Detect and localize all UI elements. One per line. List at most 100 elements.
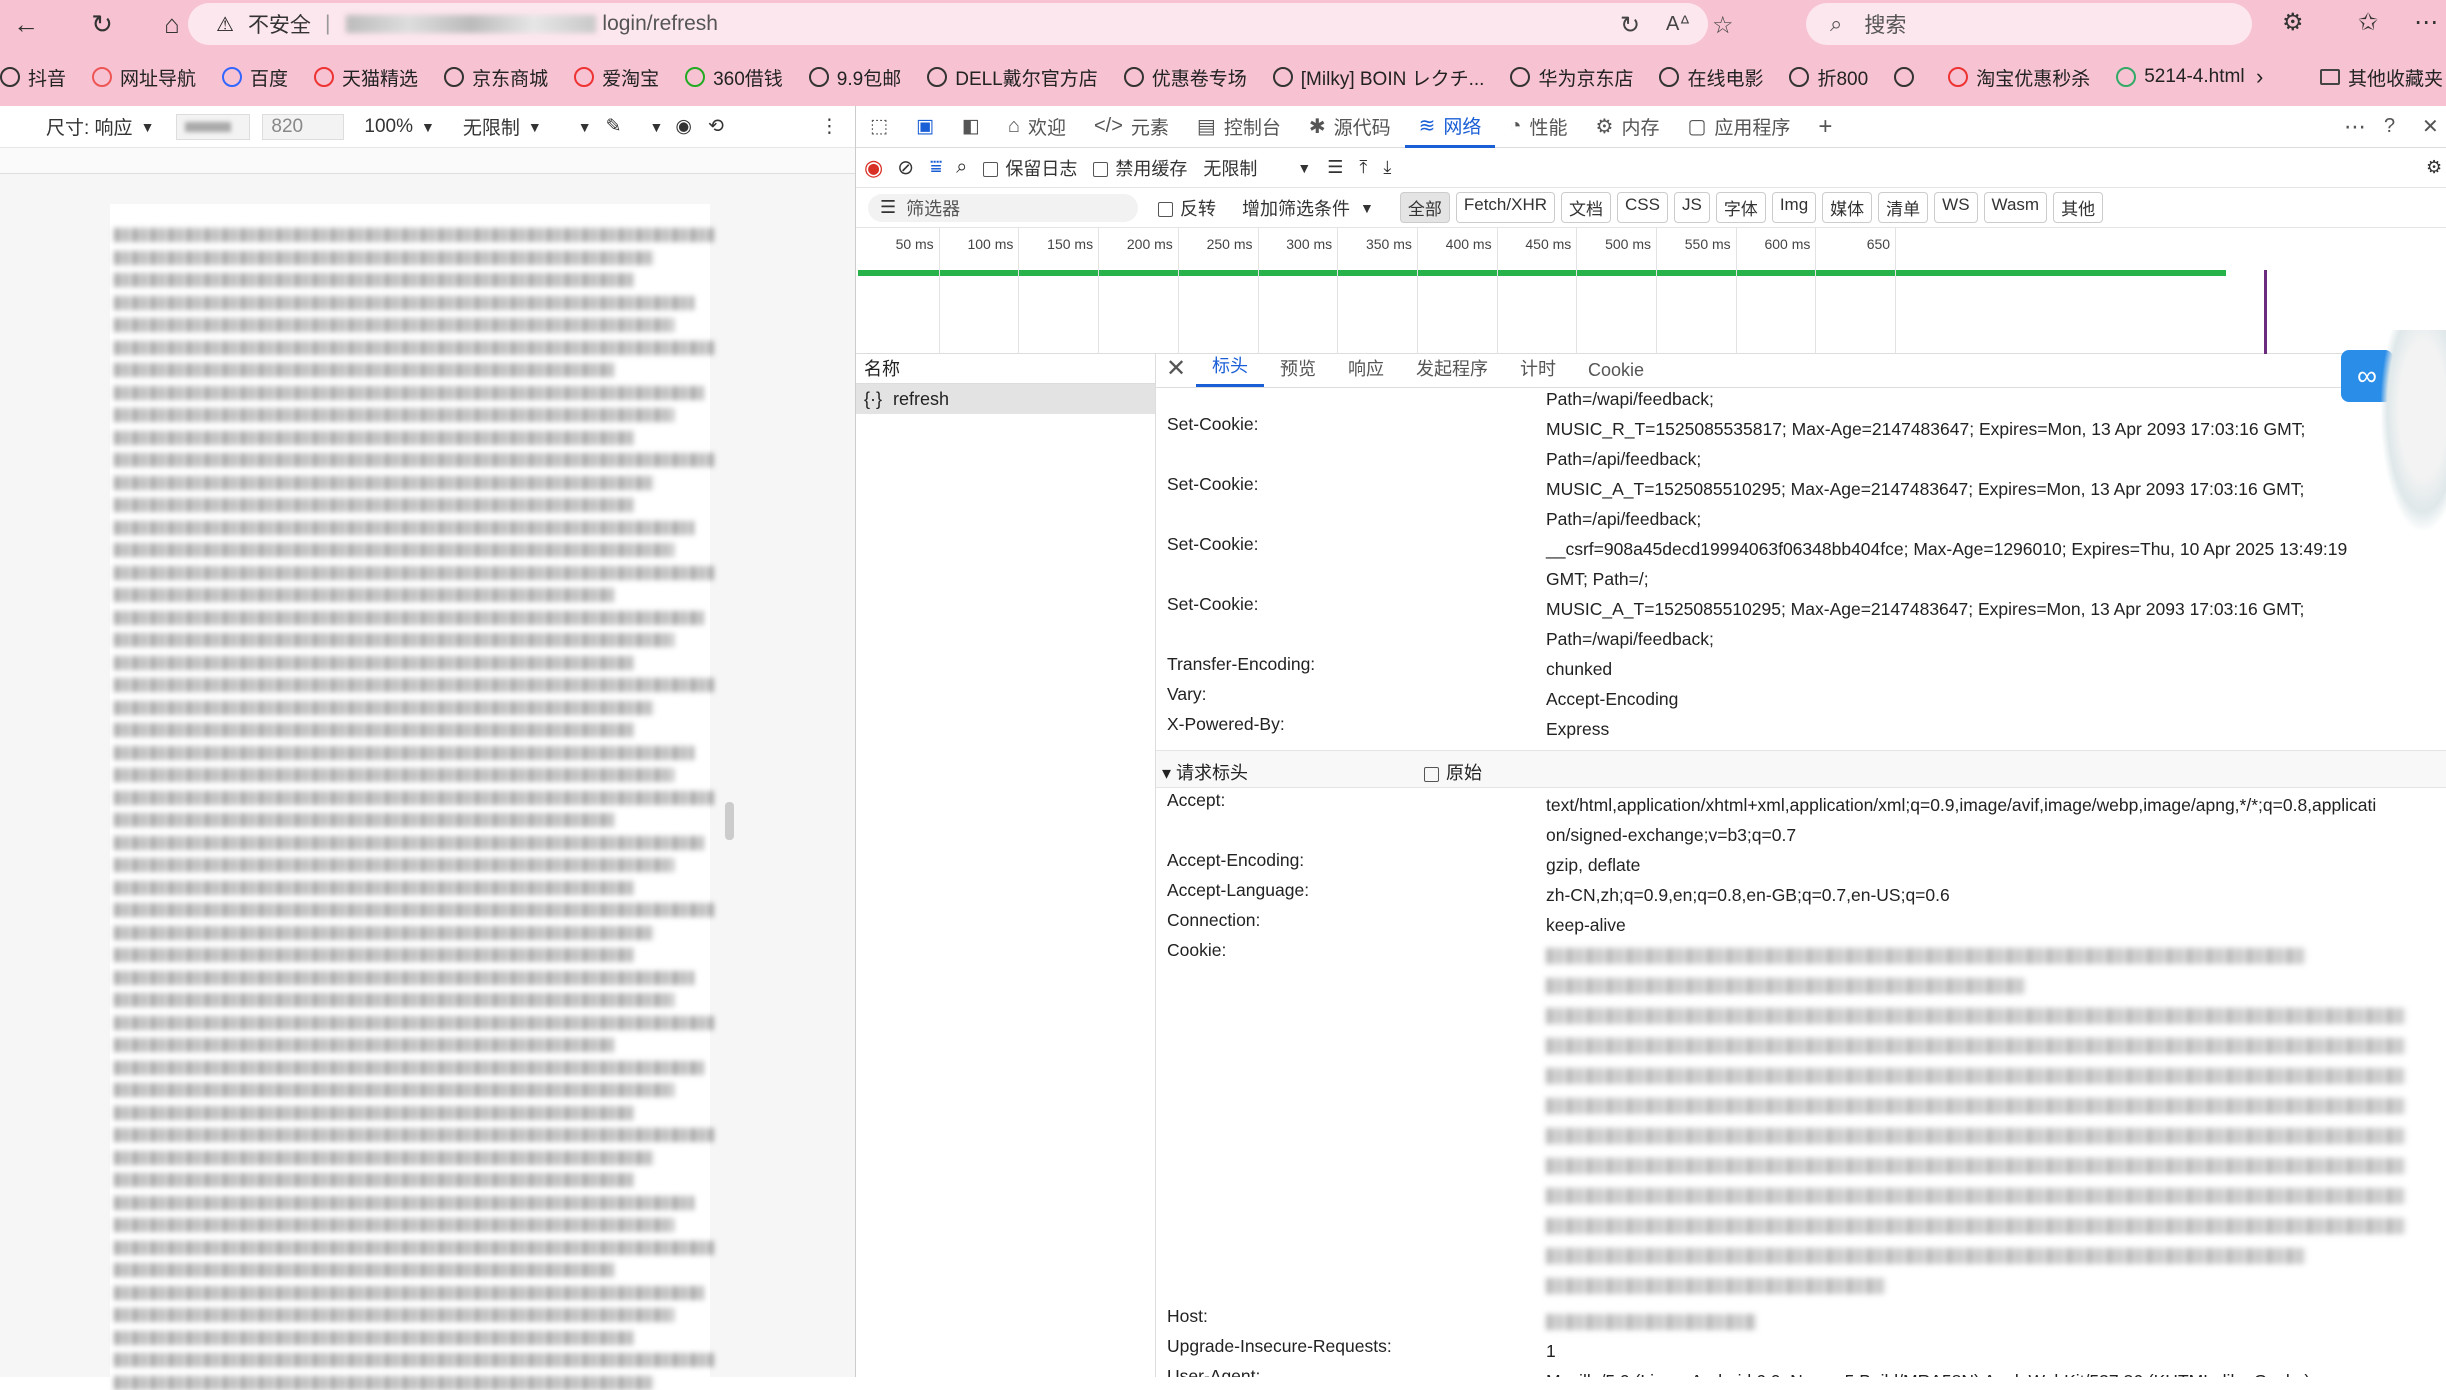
filter-type-button[interactable]: Wasm: [1983, 192, 2048, 223]
bookmark-item[interactable]: 在线电影: [1659, 64, 1763, 91]
extensions-icon[interactable]: ⚙: [2282, 8, 2304, 37]
preserve-log-checkbox[interactable]: 保留日志: [983, 155, 1077, 181]
clear-icon[interactable]: ⊘: [897, 155, 914, 180]
bookmark-favicon-icon: [1272, 67, 1293, 87]
throttle-select[interactable]: 无限制: [463, 113, 520, 140]
filter-type-button[interactable]: 全部: [1399, 192, 1450, 223]
filter-type-button[interactable]: WS: [1934, 192, 1978, 223]
filter-input[interactable]: ☰ 筛选器: [868, 193, 1138, 222]
header-value: Path=/wapi/feedback;: [1546, 629, 1714, 649]
add-tab-icon[interactable]: +: [1804, 106, 1846, 148]
filter-type-button[interactable]: CSS: [1617, 192, 1668, 223]
bookmark-item[interactable]: [Milky] BOIN レクチ...: [1272, 64, 1484, 91]
bookmark-item[interactable]: [1894, 67, 1922, 87]
import-icon[interactable]: ⤒: [1359, 157, 1367, 178]
disable-cache-checkbox[interactable]: 禁用缓存: [1093, 155, 1187, 181]
bookmark-item[interactable]: 5214-4.html: [2116, 66, 2245, 88]
record-icon[interactable]: ◉: [864, 155, 883, 181]
more-vert-icon[interactable]: ⋮: [820, 115, 839, 138]
bookmarks-folder[interactable]: 其他收藏夹: [2320, 64, 2443, 91]
filter-type-button[interactable]: 其他: [2053, 192, 2104, 223]
favorites-icon[interactable]: ✩: [2358, 8, 2378, 37]
devtools-tab[interactable]: ⚙ 内存: [1582, 106, 1674, 148]
devtools-tab[interactable]: ≋ 网络: [1404, 106, 1496, 148]
filter-type-button[interactable]: 媒体: [1822, 192, 1873, 223]
back-icon[interactable]: ←: [0, 2, 52, 46]
filter-type-button[interactable]: JS: [1673, 192, 1710, 223]
search-box[interactable]: ⌕ 搜索: [1806, 3, 2252, 45]
more-icon[interactable]: ⋯: [2414, 8, 2438, 37]
filter-toggle-icon[interactable]: ⩸: [930, 156, 942, 179]
refresh-icon[interactable]: ↻: [76, 2, 128, 46]
detail-tab[interactable]: 标头: [1196, 354, 1264, 387]
blurred-text-line: [114, 1263, 614, 1277]
blurred-text-line: [114, 723, 634, 737]
detail-tab[interactable]: 计时: [1504, 355, 1572, 387]
invert-checkbox[interactable]: 反转: [1158, 195, 1216, 221]
chevron-down-icon[interactable]: ▼: [578, 119, 592, 135]
bookmark-item[interactable]: 网址导航: [92, 64, 196, 91]
bookmark-item[interactable]: 京东商城: [444, 64, 548, 91]
network-timeline[interactable]: 50 ms 100 ms 150 ms 200 ms 250 ms 300 ms 350 m…: [856, 228, 2446, 354]
devtools-tab[interactable]: ✱ 源代码: [1295, 106, 1405, 148]
rotate-icon[interactable]: ⟲: [708, 115, 724, 138]
filter-type-button[interactable]: 清单: [1878, 192, 1929, 223]
height-input[interactable]: 820: [262, 113, 345, 140]
export-icon[interactable]: ⤓: [1383, 157, 1391, 178]
raw-checkbox[interactable]: 原始: [1424, 759, 1482, 785]
devtools-tab[interactable]: ▢ 应用程序: [1673, 106, 1804, 148]
page-scrollbar[interactable]: [725, 802, 734, 840]
request-headers-section[interactable]: ▾ 请求标头 原始: [1156, 750, 2446, 788]
bookmark-item[interactable]: 淘宝优惠秒杀: [1948, 64, 2090, 91]
close-icon[interactable]: ✕: [2422, 114, 2439, 139]
request-row[interactable]: {·} refresh: [856, 384, 1155, 414]
detail-tab[interactable]: 发起程序: [1400, 355, 1504, 387]
settings-icon[interactable]: ⚙: [2426, 157, 2442, 178]
zoom-select[interactable]: 100%: [364, 116, 413, 138]
inspect-icon[interactable]: ⬚: [856, 106, 902, 148]
devtools-tab[interactable]: ◔ 性能: [1495, 106, 1581, 148]
filter-type-button[interactable]: 字体: [1715, 192, 1766, 223]
eye-icon[interactable]: ◉: [675, 115, 692, 138]
width-input[interactable]: [176, 113, 251, 140]
detail-tab[interactable]: 响应: [1332, 355, 1400, 387]
bookmark-item[interactable]: 折800: [1789, 64, 1868, 91]
detail-tab[interactable]: 预览: [1264, 355, 1332, 387]
read-aloud-icon[interactable]: Aᐞ: [1666, 11, 1690, 36]
bookmark-item[interactable]: DELL戴尔官方店: [927, 64, 1098, 91]
bookmark-item[interactable]: 优惠卷专场: [1123, 64, 1247, 91]
bookmark-item[interactable]: 抖音: [0, 64, 66, 91]
detail-tab[interactable]: Cookie: [1572, 360, 1660, 387]
device-toggle-icon[interactable]: ▣: [902, 106, 948, 148]
search-icon[interactable]: ⌕: [956, 156, 967, 179]
bookmark-item[interactable]: 360借钱: [685, 64, 783, 91]
bookmark-item[interactable]: 华为京东店: [1510, 64, 1633, 91]
bookmark-item[interactable]: 天猫精选: [314, 64, 418, 91]
bookmark-item[interactable]: 爱淘宝: [574, 64, 659, 91]
devtools-tab[interactable]: </> 元素: [1080, 106, 1183, 148]
throttle-select[interactable]: 无限制: [1203, 155, 1257, 181]
blurred-text-line: [114, 970, 694, 985]
bookmark-favicon-icon: [927, 67, 948, 87]
more-icon[interactable]: ⋯: [2344, 114, 2366, 140]
more-filters-select[interactable]: 增加筛选条件: [1242, 195, 1350, 221]
chevron-right-icon[interactable]: ›: [2256, 64, 2263, 90]
dock-icon[interactable]: ◧: [948, 106, 994, 148]
devtools-tab[interactable]: ▤ 控制台: [1183, 106, 1295, 148]
favorite-star-icon[interactable]: ☆: [1712, 11, 1734, 40]
translate-icon[interactable]: ↻: [1620, 11, 1640, 40]
eyedropper-icon[interactable]: ✎: [606, 115, 622, 138]
bookmark-item[interactable]: 9.9包邮: [808, 64, 901, 91]
filter-type-button[interactable]: 文档: [1561, 192, 1611, 223]
devtools-tab[interactable]: ⌂ 欢迎: [994, 106, 1080, 148]
help-icon[interactable]: ?: [2384, 115, 2395, 138]
address-bar[interactable]: ⚠ 不安全 | login/refresh ↻ Aᐞ ☆: [188, 3, 1734, 45]
chevron-down-icon[interactable]: ▼: [650, 119, 664, 135]
header-value: Path=/wapi/feedback;: [1546, 389, 1714, 409]
filter-type-button[interactable]: Img: [1771, 192, 1817, 223]
filter-type-button[interactable]: Fetch/XHR: [1455, 192, 1555, 223]
network-conditions-icon[interactable]: ☰: [1327, 157, 1343, 178]
bookmark-item[interactable]: 百度: [222, 64, 288, 91]
device-size-select[interactable]: 尺寸: 响应: [46, 113, 133, 140]
close-icon[interactable]: ✕: [1156, 354, 1196, 387]
